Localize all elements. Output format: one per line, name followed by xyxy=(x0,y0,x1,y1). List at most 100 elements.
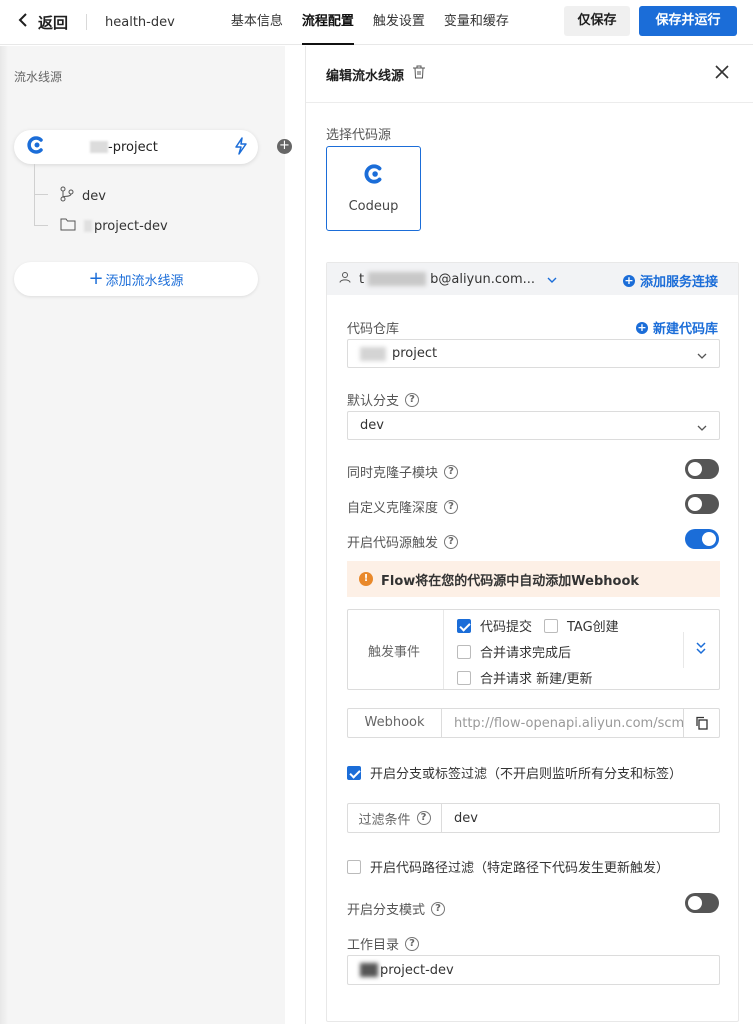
tree-line xyxy=(34,164,35,226)
filter-condition-label: 过滤条件? xyxy=(348,804,442,832)
plus-circle-icon: + xyxy=(635,320,648,334)
redacted-text xyxy=(360,963,378,977)
back-button[interactable]: 返回 xyxy=(18,12,68,33)
help-icon[interactable]: ? xyxy=(444,534,459,549)
top-bar: 返回 health-dev 基本信息 流程配置 触发设置 变量和缓存 仅保存 保… xyxy=(0,0,753,45)
work-dir-input[interactable]: project-dev xyxy=(347,955,720,985)
path-filter-checkbox-row[interactable]: 开启代码路径过滤（特定路径下代码发生更新触发） xyxy=(347,857,669,876)
filter-condition-field: 过滤条件? dev xyxy=(347,803,720,833)
source-trigger-label: 开启代码源触发? xyxy=(347,532,459,551)
add-pipeline-source-button[interactable]: + 添加流水线源 xyxy=(14,262,258,296)
plus-icon: + xyxy=(88,268,104,289)
chevron-down-icon xyxy=(697,420,707,435)
redacted-text xyxy=(360,346,386,361)
event-merge-create-update[interactable]: 合并请求 新建/更新 xyxy=(457,668,593,687)
checkbox[interactable] xyxy=(457,644,471,659)
chevron-left-icon xyxy=(18,12,28,32)
codeup-label: Codeup xyxy=(348,199,399,214)
divider xyxy=(86,14,88,30)
default-branch-select[interactable]: dev xyxy=(347,411,720,440)
save-and-run-button[interactable]: 保存并运行 xyxy=(639,6,737,36)
event-tag-create[interactable]: TAG创建 xyxy=(544,616,619,635)
branch-item[interactable]: dev xyxy=(60,186,106,206)
help-icon[interactable]: ? xyxy=(431,901,446,916)
panel-title: 流水线源 xyxy=(14,70,63,84)
chevron-down-icon xyxy=(697,348,707,363)
divider xyxy=(683,632,684,668)
close-icon[interactable] xyxy=(715,65,729,83)
account-name: t b@aliyun.com... xyxy=(359,271,536,287)
event-merge-complete[interactable]: 合并请求完成后 xyxy=(457,642,571,661)
service-connection-bar[interactable]: t b@aliyun.com... + 添加服务连接 xyxy=(327,263,738,295)
redacted-text xyxy=(84,220,92,232)
work-dir-label: 工作目录? xyxy=(347,934,420,953)
tab-bar: 基本信息 流程配置 触发设置 变量和缓存 xyxy=(231,0,528,45)
add-service-connection-button[interactable]: + 添加服务连接 xyxy=(622,271,718,290)
add-stage-plus-icon[interactable]: + xyxy=(277,139,292,154)
custom-clone-depth-label: 自定义克隆深度? xyxy=(347,497,459,516)
repo-label: 代码仓库 xyxy=(347,322,400,337)
source-trigger-toggle[interactable] xyxy=(685,529,719,549)
help-icon[interactable]: ? xyxy=(444,464,459,479)
codeup-logo-icon xyxy=(26,135,46,159)
webhook-field: Webhook http://flow-openapi.aliyun.com/s… xyxy=(347,708,720,738)
plus-circle-icon: + xyxy=(622,273,635,287)
branch-label: dev xyxy=(82,188,106,204)
custom-clone-depth-toggle[interactable] xyxy=(685,494,719,514)
trigger-events-box: 触发事件 代码提交 TAG创建 合并请求完成后 合并请求 新建/更新 xyxy=(347,609,720,690)
folder-icon xyxy=(60,217,84,235)
pipeline-source-card[interactable]: -project xyxy=(14,130,258,164)
select-source-label: 选择代码源 xyxy=(326,128,392,143)
default-branch-label: 默认分支? xyxy=(347,390,420,409)
event-code-push[interactable]: 代码提交 xyxy=(457,616,532,635)
tab-flow-config[interactable]: 流程配置 xyxy=(301,0,354,45)
drawer-header: 编辑流水线源 xyxy=(306,46,753,103)
warning-icon: ! xyxy=(359,572,373,586)
clone-submodules-toggle[interactable] xyxy=(685,459,719,479)
save-only-button[interactable]: 仅保存 xyxy=(564,6,630,36)
workdir-item[interactable]: project-dev xyxy=(60,217,168,235)
redacted-text xyxy=(90,141,108,153)
panel-shadow xyxy=(0,46,8,1024)
lightning-icon[interactable] xyxy=(234,137,248,159)
new-repo-button[interactable]: + 新建代码库 xyxy=(635,318,718,337)
repo-select[interactable]: project xyxy=(347,339,720,368)
webhook-alert: ! Flow将在您的代码源中自动添加Webhook xyxy=(347,561,720,597)
workdir-label: project-dev xyxy=(94,218,168,234)
help-icon[interactable]: ? xyxy=(444,499,459,514)
clone-submodules-label: 同时克隆子模块? xyxy=(347,462,459,481)
tab-trigger-settings[interactable]: 触发设置 xyxy=(373,0,425,45)
tab-basic-info[interactable]: 基本信息 xyxy=(231,0,283,45)
codeup-source-option[interactable]: Codeup xyxy=(326,146,421,231)
git-branch-icon xyxy=(60,186,82,206)
help-icon[interactable]: ? xyxy=(405,936,420,951)
help-icon[interactable]: ? xyxy=(405,392,420,407)
webhook-label: Webhook xyxy=(348,709,442,737)
chevron-double-icon[interactable] xyxy=(695,641,707,659)
branch-mode-toggle[interactable] xyxy=(685,893,719,913)
trigger-events-label: 触发事件 xyxy=(368,645,421,660)
tree-branch-line xyxy=(34,225,48,226)
edit-source-drawer: 编辑流水线源 选择代码源 Codeup t b@aliyun.com... + … xyxy=(305,46,753,1024)
tree-branch-line xyxy=(34,194,48,195)
checkbox[interactable] xyxy=(347,859,361,874)
drawer-title: 编辑流水线源 xyxy=(326,68,405,84)
project-name: health-dev xyxy=(105,14,175,30)
checkbox[interactable] xyxy=(457,618,471,633)
user-icon xyxy=(339,271,351,287)
webhook-url[interactable]: http://flow-openapi.aliyun.com/scm/ xyxy=(442,716,683,731)
branch-filter-checkbox-row[interactable]: 开启分支或标签过滤（不开启则监听所有分支和标签） xyxy=(347,763,682,782)
checkbox[interactable] xyxy=(544,618,558,633)
help-icon[interactable]: ? xyxy=(416,811,431,825)
chevron-down-icon[interactable] xyxy=(547,272,557,287)
filter-condition-input[interactable]: dev xyxy=(442,811,478,826)
add-source-label: 添加流水线源 xyxy=(105,273,184,289)
checkbox[interactable] xyxy=(347,765,361,780)
back-label: 返回 xyxy=(38,13,69,32)
tab-variables-cache[interactable]: 变量和缓存 xyxy=(444,0,509,45)
connector-area xyxy=(285,46,305,1024)
checkbox[interactable] xyxy=(457,670,471,685)
trash-icon[interactable] xyxy=(412,65,426,83)
codeup-logo-icon xyxy=(363,163,385,189)
copy-icon[interactable] xyxy=(683,709,719,737)
